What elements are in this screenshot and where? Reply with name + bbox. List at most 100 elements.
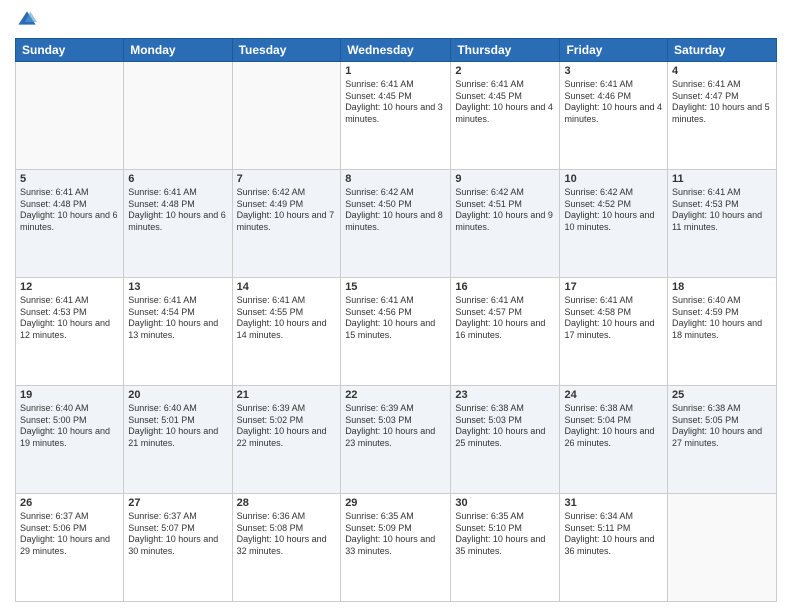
day-info: Sunrise: 6:41 AM Sunset: 4:53 PM Dayligh…	[20, 295, 119, 342]
calendar-cell: 20Sunrise: 6:40 AM Sunset: 5:01 PM Dayli…	[124, 386, 232, 494]
day-info: Sunrise: 6:40 AM Sunset: 5:01 PM Dayligh…	[128, 403, 227, 450]
day-number: 4	[672, 65, 772, 77]
calendar-cell: 12 Sunrise: 6:41 AM Sunset: 4:53 PM Dayli…	[16, 278, 124, 386]
weekday-header-sunday: Sunday	[16, 39, 124, 62]
day-info: Sunrise: 6:39 AM Sunset: 5:02 PM Dayligh…	[237, 403, 337, 450]
calendar-cell: 24Sunrise: 6:38 AM Sunset: 5:04 PM Dayli…	[560, 386, 668, 494]
weekday-header-thursday: Thursday	[451, 39, 560, 62]
calendar-cell: 21 Sunrise: 6:39 AM Sunset: 5:02 PM Dayli…	[232, 386, 341, 494]
calendar-cell: 25 Sunrise: 6:38 AM Sunset: 5:05 PM Dayli…	[668, 386, 777, 494]
calendar-cell: 27Sunrise: 6:37 AM Sunset: 5:07 PM Dayli…	[124, 494, 232, 602]
day-number: 19	[20, 389, 119, 401]
day-number: 9	[455, 173, 555, 185]
day-info: Sunrise: 6:38 AM Sunset: 5:05 PM Dayligh…	[672, 403, 772, 450]
day-number: 21	[237, 389, 337, 401]
day-number: 1	[345, 65, 446, 77]
day-info: Sunrise: 6:41 AM Sunset: 4:55 PM Dayligh…	[237, 295, 337, 342]
day-info: Sunrise: 6:42 AM Sunset: 4:52 PM Dayligh…	[564, 187, 663, 234]
calendar-cell	[668, 494, 777, 602]
weekday-header-tuesday: Tuesday	[232, 39, 341, 62]
day-number: 30	[455, 497, 555, 509]
weekday-header-friday: Friday	[560, 39, 668, 62]
day-info: Sunrise: 6:34 AM Sunset: 5:11 PM Dayligh…	[564, 511, 663, 558]
day-info: Sunrise: 6:42 AM Sunset: 4:51 PM Dayligh…	[455, 187, 555, 234]
calendar-week-1: 1 Sunrise: 6:41 AM Sunset: 4:45 PM Daylig…	[16, 62, 777, 170]
day-info: Sunrise: 6:41 AM Sunset: 4:48 PM Dayligh…	[128, 187, 227, 234]
day-number: 8	[345, 173, 446, 185]
calendar-cell: 11 Sunrise: 6:41 AM Sunset: 4:53 PM Dayli…	[668, 170, 777, 278]
header	[15, 10, 777, 30]
day-number: 22	[345, 389, 446, 401]
calendar-cell: 4 Sunrise: 6:41 AM Sunset: 4:47 PM Daylig…	[668, 62, 777, 170]
calendar-cell: 23 Sunrise: 6:38 AM Sunset: 5:03 PM Dayli…	[451, 386, 560, 494]
calendar-cell: 30 Sunrise: 6:35 AM Sunset: 5:10 PM Dayli…	[451, 494, 560, 602]
day-info: Sunrise: 6:37 AM Sunset: 5:07 PM Dayligh…	[128, 511, 227, 558]
calendar-cell: 17 Sunrise: 6:41 AM Sunset: 4:58 PM Dayli…	[560, 278, 668, 386]
day-info: Sunrise: 6:41 AM Sunset: 4:46 PM Dayligh…	[564, 79, 663, 126]
day-number: 24	[564, 389, 663, 401]
calendar-cell: 16 Sunrise: 6:41 AM Sunset: 4:57 PM Dayli…	[451, 278, 560, 386]
day-number: 12	[20, 281, 119, 293]
day-number: 17	[564, 281, 663, 293]
calendar-cell: 9 Sunrise: 6:42 AM Sunset: 4:51 PM Daylig…	[451, 170, 560, 278]
day-info: Sunrise: 6:42 AM Sunset: 4:49 PM Dayligh…	[237, 187, 337, 234]
day-number: 11	[672, 173, 772, 185]
day-number: 10	[564, 173, 663, 185]
calendar-week-5: 26 Sunrise: 6:37 AM Sunset: 5:06 PM Dayli…	[16, 494, 777, 602]
day-info: Sunrise: 6:41 AM Sunset: 4:58 PM Dayligh…	[564, 295, 663, 342]
calendar-cell	[124, 62, 232, 170]
day-number: 6	[128, 173, 227, 185]
weekday-header-wednesday: Wednesday	[341, 39, 451, 62]
calendar-week-3: 12 Sunrise: 6:41 AM Sunset: 4:53 PM Dayli…	[16, 278, 777, 386]
day-number: 13	[128, 281, 227, 293]
calendar-cell: 18Sunrise: 6:40 AM Sunset: 4:59 PM Dayli…	[668, 278, 777, 386]
calendar-cell: 14Sunrise: 6:41 AM Sunset: 4:55 PM Dayli…	[232, 278, 341, 386]
calendar-cell: 2Sunrise: 6:41 AM Sunset: 4:45 PM Daylig…	[451, 62, 560, 170]
day-info: Sunrise: 6:37 AM Sunset: 5:06 PM Dayligh…	[20, 511, 119, 558]
calendar-cell: 7Sunrise: 6:42 AM Sunset: 4:49 PM Daylig…	[232, 170, 341, 278]
logo	[15, 10, 37, 30]
day-info: Sunrise: 6:41 AM Sunset: 4:53 PM Dayligh…	[672, 187, 772, 234]
calendar-week-2: 5 Sunrise: 6:41 AM Sunset: 4:48 PM Daylig…	[16, 170, 777, 278]
day-info: Sunrise: 6:40 AM Sunset: 5:00 PM Dayligh…	[20, 403, 119, 450]
calendar-week-4: 19 Sunrise: 6:40 AM Sunset: 5:00 PM Dayli…	[16, 386, 777, 494]
day-info: Sunrise: 6:41 AM Sunset: 4:57 PM Dayligh…	[455, 295, 555, 342]
day-info: Sunrise: 6:36 AM Sunset: 5:08 PM Dayligh…	[237, 511, 337, 558]
day-number: 25	[672, 389, 772, 401]
calendar-cell: 28 Sunrise: 6:36 AM Sunset: 5:08 PM Dayli…	[232, 494, 341, 602]
day-number: 5	[20, 173, 119, 185]
day-info: Sunrise: 6:41 AM Sunset: 4:47 PM Dayligh…	[672, 79, 772, 126]
calendar-cell	[232, 62, 341, 170]
day-info: Sunrise: 6:35 AM Sunset: 5:10 PM Dayligh…	[455, 511, 555, 558]
day-number: 3	[564, 65, 663, 77]
day-info: Sunrise: 6:38 AM Sunset: 5:03 PM Dayligh…	[455, 403, 555, 450]
day-info: Sunrise: 6:41 AM Sunset: 4:48 PM Dayligh…	[20, 187, 119, 234]
day-info: Sunrise: 6:41 AM Sunset: 4:45 PM Dayligh…	[345, 79, 446, 126]
calendar-cell: 31Sunrise: 6:34 AM Sunset: 5:11 PM Dayli…	[560, 494, 668, 602]
day-number: 18	[672, 281, 772, 293]
calendar-cell: 6 Sunrise: 6:41 AM Sunset: 4:48 PM Daylig…	[124, 170, 232, 278]
weekday-header-row: SundayMondayTuesdayWednesdayThursdayFrid…	[16, 39, 777, 62]
calendar-cell: 26 Sunrise: 6:37 AM Sunset: 5:06 PM Dayli…	[16, 494, 124, 602]
weekday-header-saturday: Saturday	[668, 39, 777, 62]
day-info: Sunrise: 6:41 AM Sunset: 4:54 PM Dayligh…	[128, 295, 227, 342]
page: SundayMondayTuesdayWednesdayThursdayFrid…	[0, 0, 792, 612]
day-number: 16	[455, 281, 555, 293]
logo-icon	[17, 10, 37, 30]
calendar-cell	[16, 62, 124, 170]
day-number: 26	[20, 497, 119, 509]
calendar-cell: 22Sunrise: 6:39 AM Sunset: 5:03 PM Dayli…	[341, 386, 451, 494]
calendar-cell: 1 Sunrise: 6:41 AM Sunset: 4:45 PM Daylig…	[341, 62, 451, 170]
day-info: Sunrise: 6:35 AM Sunset: 5:09 PM Dayligh…	[345, 511, 446, 558]
calendar-cell: 3 Sunrise: 6:41 AM Sunset: 4:46 PM Daylig…	[560, 62, 668, 170]
day-number: 23	[455, 389, 555, 401]
day-info: Sunrise: 6:41 AM Sunset: 4:45 PM Dayligh…	[455, 79, 555, 126]
calendar-cell: 19 Sunrise: 6:40 AM Sunset: 5:00 PM Dayli…	[16, 386, 124, 494]
calendar-cell: 13 Sunrise: 6:41 AM Sunset: 4:54 PM Dayli…	[124, 278, 232, 386]
day-number: 28	[237, 497, 337, 509]
day-number: 29	[345, 497, 446, 509]
calendar-cell: 8 Sunrise: 6:42 AM Sunset: 4:50 PM Daylig…	[341, 170, 451, 278]
calendar-cell: 15Sunrise: 6:41 AM Sunset: 4:56 PM Dayli…	[341, 278, 451, 386]
day-number: 15	[345, 281, 446, 293]
day-info: Sunrise: 6:42 AM Sunset: 4:50 PM Dayligh…	[345, 187, 446, 234]
